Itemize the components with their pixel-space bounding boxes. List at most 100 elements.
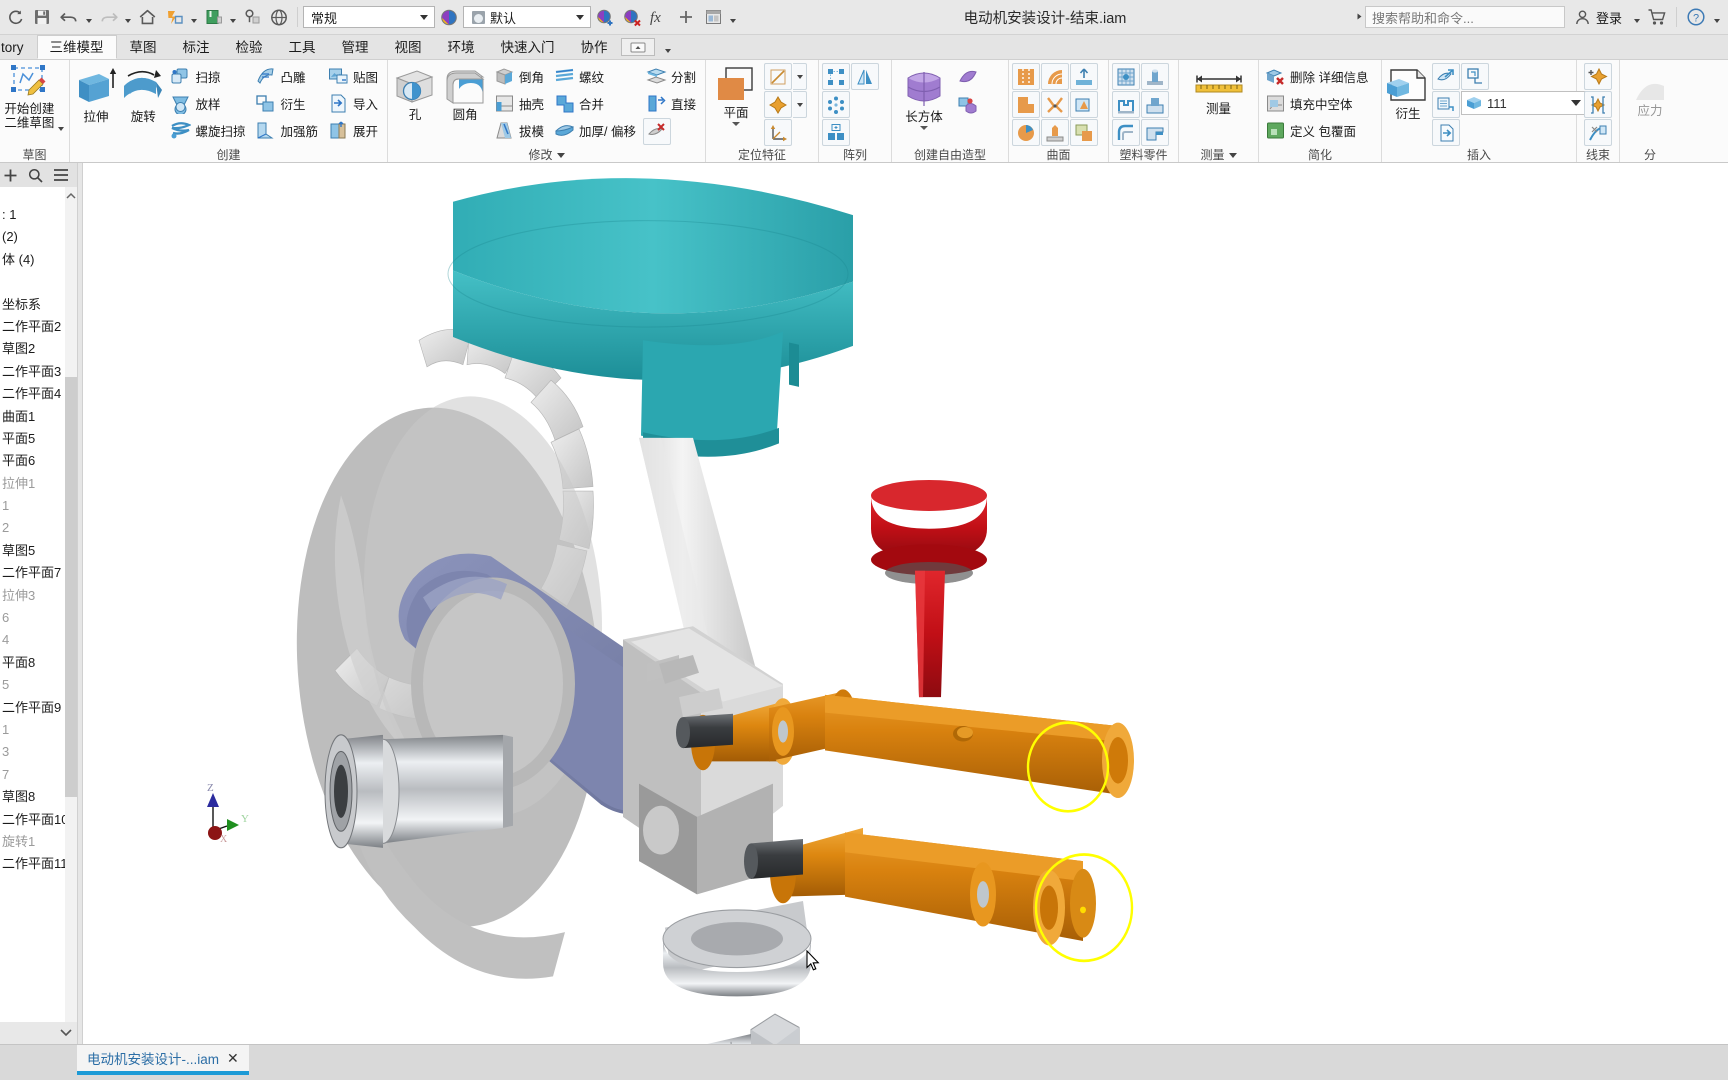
browser-footer[interactable] <box>0 1022 77 1044</box>
derive-part-button[interactable]: 衍生 <box>1385 63 1431 122</box>
measure-panel-arrow[interactable] <box>1228 153 1237 159</box>
ribbon-options-arrow[interactable] <box>663 31 674 59</box>
extrude-button[interactable]: 拉伸 <box>73 63 119 125</box>
tab-manage[interactable]: 管理 <box>329 35 382 59</box>
loft-button[interactable]: 放样 <box>167 90 251 116</box>
rect-pattern-button[interactable] <box>822 63 850 90</box>
thicken-surf-button[interactable] <box>1041 119 1069 146</box>
chamfer-button[interactable]: 倒角 <box>491 63 550 89</box>
start-2d-sketch-button[interactable]: 开始创建 二维草图 <box>3 63 56 131</box>
tab-tools[interactable]: 工具 <box>276 35 329 59</box>
derive-body-combo[interactable]: 111 <box>1461 91 1587 115</box>
freeform-convert-button[interactable] <box>954 91 982 118</box>
constraint-icon[interactable] <box>239 3 265 31</box>
freeform-face-button[interactable] <box>954 63 982 90</box>
add-icon[interactable] <box>3 167 18 183</box>
fill-voids-button[interactable]: 填充中空体 <box>1262 90 1374 116</box>
work-point-dropdown[interactable] <box>793 91 807 118</box>
freeform-box-button[interactable]: 长方体 <box>895 63 953 131</box>
workplane-button[interactable]: 平面 <box>709 63 763 127</box>
panel-title-measure[interactable]: 测量 <box>1179 147 1258 162</box>
signin-dropdown-arrow[interactable] <box>1631 3 1642 31</box>
hole-button[interactable]: 孔 <box>391 63 439 123</box>
draft-button[interactable]: 拔模 <box>491 117 550 143</box>
home-icon[interactable] <box>134 3 160 31</box>
sweep-button[interactable]: 扫掠 <box>167 63 251 89</box>
rest-button[interactable] <box>1141 91 1169 118</box>
panel-title-modify[interactable]: 修改 <box>388 147 705 162</box>
adjust-appearance-icon[interactable] <box>592 3 618 31</box>
define-envelope-button[interactable]: 定义 包覆面 <box>1262 117 1374 143</box>
delete-face-button[interactable] <box>642 118 671 145</box>
delete-face-surf-button[interactable] <box>1041 91 1069 118</box>
create-harness-button[interactable] <box>1584 63 1612 90</box>
tab-annotate[interactable]: 标注 <box>170 35 223 59</box>
mirror-button[interactable] <box>851 63 879 90</box>
fillet-button[interactable]: 圆角 <box>440 63 490 123</box>
appearance-combo-arrow[interactable] <box>572 14 588 20</box>
measure-button[interactable]: 测量 <box>1188 63 1250 117</box>
sketch-dropdown-arrow[interactable] <box>57 119 66 147</box>
split-button[interactable]: 分割 <box>643 63 702 89</box>
snap-fit-button[interactable] <box>1112 91 1140 118</box>
rule-fillet-button[interactable] <box>1112 119 1140 146</box>
scroll-up-arrow[interactable] <box>65 187 77 204</box>
extend-button[interactable] <box>1070 63 1098 90</box>
direct-button[interactable]: 直接 <box>643 90 702 116</box>
wire-button[interactable] <box>1584 119 1612 146</box>
modify-panel-arrow[interactable] <box>556 153 565 159</box>
sculpt-button[interactable] <box>1041 63 1069 90</box>
3d-viewport[interactable]: Z Y X <box>83 163 1728 1044</box>
remove-details-button[interactable]: 删除 详细信息 <box>1262 63 1374 89</box>
library-icon[interactable] <box>200 3 226 31</box>
lip-button[interactable] <box>1141 119 1169 146</box>
refresh-icon[interactable] <box>2 3 28 31</box>
appearance-icon[interactable] <box>266 3 292 31</box>
redo-icon[interactable] <box>95 3 121 31</box>
unwrap-button[interactable]: 展开 <box>325 117 384 143</box>
tab-view[interactable]: 视图 <box>382 35 435 59</box>
circular-pattern-button[interactable] <box>822 91 850 118</box>
redo-dropdown-arrow[interactable] <box>122 3 133 31</box>
rib-button[interactable]: 加强筋 <box>252 117 324 143</box>
import-cad-button[interactable] <box>1432 63 1460 90</box>
decal-button[interactable]: 贴图 <box>325 63 384 89</box>
clear-appearance-icon[interactable] <box>619 3 645 31</box>
shell-button[interactable]: 抽壳 <box>491 90 550 116</box>
search-expand-arrow[interactable] <box>1343 12 1371 23</box>
insert-file-button[interactable] <box>1432 119 1460 146</box>
thread-button[interactable]: 螺纹 <box>551 63 642 89</box>
place-harness-button[interactable] <box>1584 91 1612 118</box>
undo-dropdown-arrow[interactable] <box>83 3 94 31</box>
thicken-offset-button[interactable]: 加厚/ 偏移 <box>551 117 642 143</box>
derive-button[interactable]: 衍生 <box>252 90 324 116</box>
stress-analysis-button[interactable]: 应力 <box>1627 63 1673 119</box>
update-icon[interactable] <box>161 3 187 31</box>
freeform-dropdown-arrow[interactable] <box>920 126 928 130</box>
combine-button[interactable]: 合并 <box>551 90 642 116</box>
browser-scroll-thumb[interactable] <box>65 377 77 797</box>
import-point-button[interactable] <box>1461 63 1489 90</box>
search-icon[interactable] <box>28 167 43 183</box>
material-combo-arrow[interactable] <box>416 14 432 20</box>
browser-scrollbar[interactable] <box>65 187 77 1022</box>
appearance-combo[interactable]: 默认 <box>463 6 591 28</box>
menu-icon[interactable] <box>53 167 69 183</box>
sketch-driven-pattern-button[interactable] <box>822 119 850 146</box>
tab-get-started[interactable]: 快速入门 <box>488 35 568 59</box>
import-button[interactable]: 导入 <box>325 90 384 116</box>
bom-window-icon[interactable] <box>700 3 726 31</box>
material-swatch-icon[interactable] <box>436 3 462 31</box>
patch-button[interactable] <box>1070 119 1098 146</box>
coil-button[interactable]: 螺旋扫掠 <box>167 117 251 143</box>
work-axis-dropdown[interactable] <box>793 63 807 90</box>
tab-3d-model[interactable]: 三维模型 <box>36 35 117 59</box>
tab-history[interactable]: tory <box>0 35 37 59</box>
replace-face-button[interactable] <box>1070 91 1098 118</box>
document-tab[interactable]: 电动机安装设计-...iam ✕ <box>77 1045 249 1075</box>
ribbon-display-options[interactable] <box>620 38 655 56</box>
fx-parameters-icon[interactable]: fx <box>646 3 672 31</box>
material-combo[interactable]: 常规 <box>303 6 435 28</box>
browser-tree[interactable]: : 1 (2) 体 (4) 坐标系 二作平面2 草图2 二作平面3 二作平面4 … <box>0 187 77 1022</box>
emboss-button[interactable]: 凸雕 <box>252 63 324 89</box>
